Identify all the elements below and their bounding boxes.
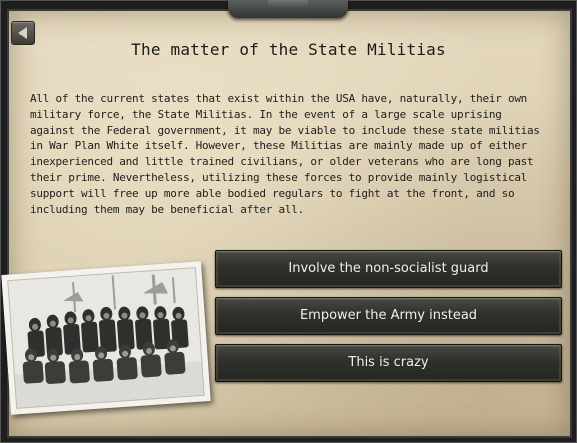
- soldiers-group-photo: [1, 261, 211, 415]
- option-this-is-crazy-button[interactable]: This is crazy: [215, 344, 562, 382]
- option-involve-guard-button[interactable]: Involve the non-socialist guard: [215, 250, 562, 288]
- event-title: The matter of the State Militias: [131, 40, 446, 59]
- back-arrow-icon: [18, 27, 27, 39]
- event-description: All of the current states that exist wit…: [30, 92, 540, 216]
- option-empower-army-button[interactable]: Empower the Army instead: [215, 297, 562, 335]
- event-photo: [1, 261, 211, 415]
- top-clip-decoration: [228, 0, 348, 18]
